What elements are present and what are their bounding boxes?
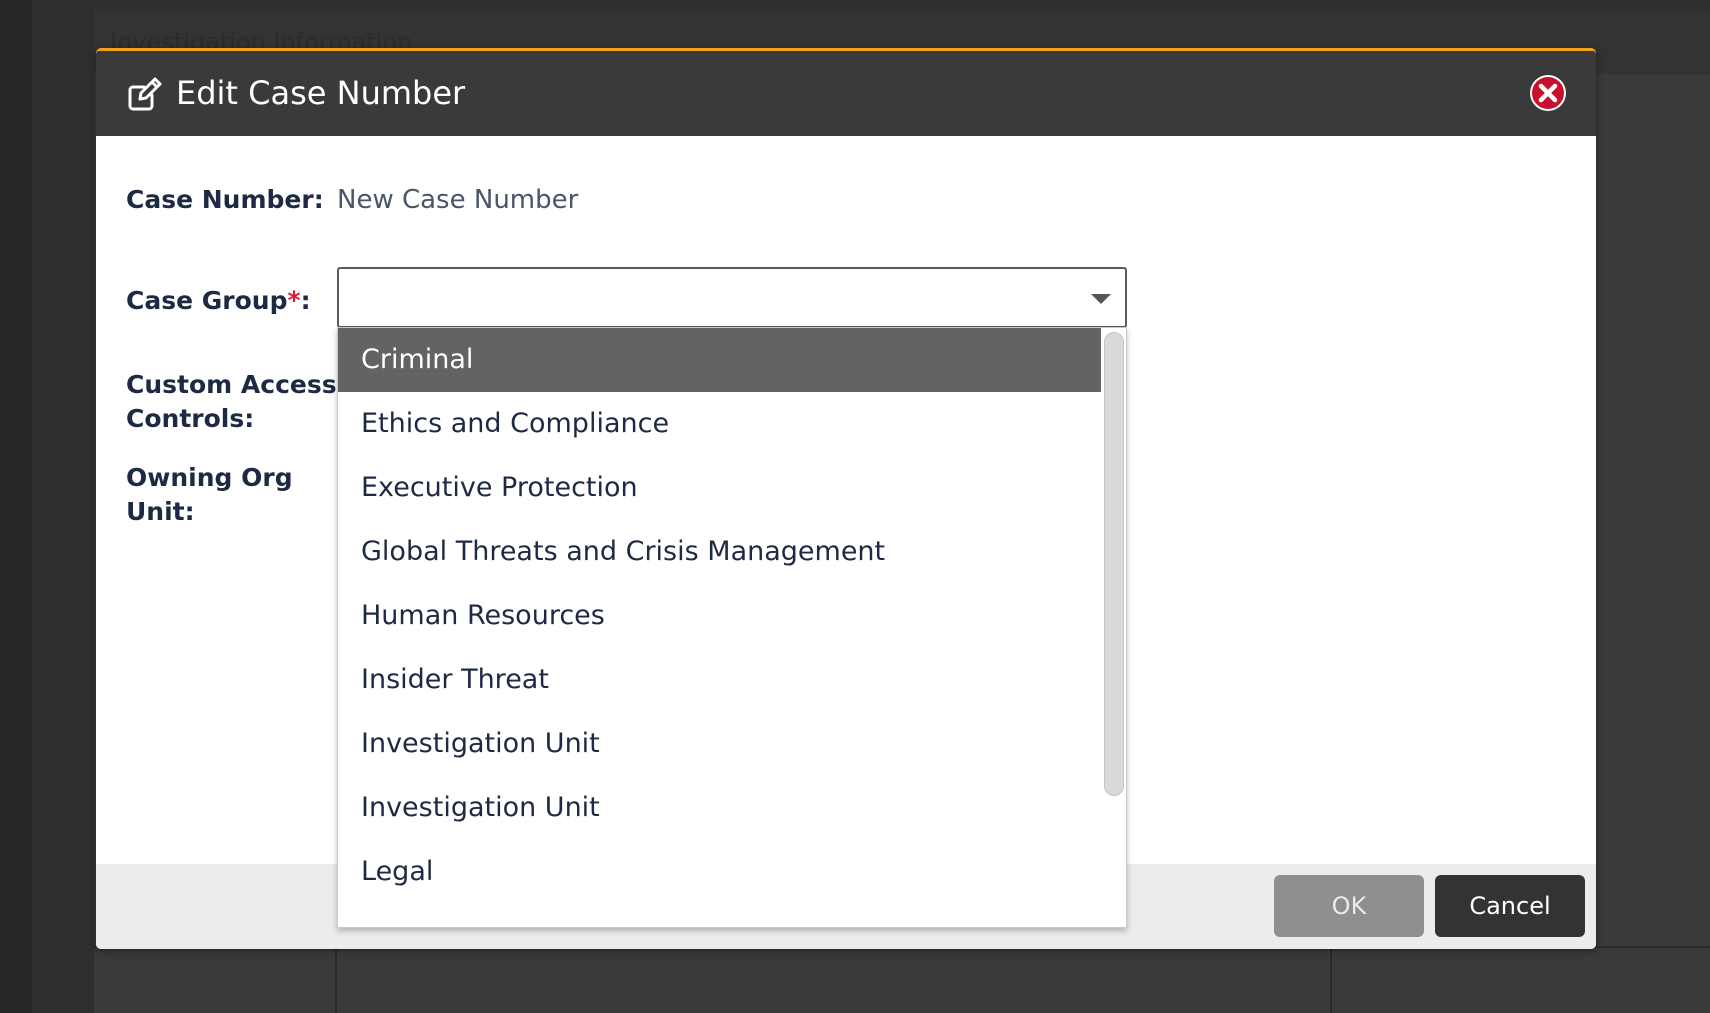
background-column-divider: [335, 946, 337, 1013]
dropdown-option-executive-protection[interactable]: Executive Protection: [338, 456, 1101, 520]
dropdown-option-legal[interactable]: Legal: [338, 840, 1101, 904]
owning-org-label-line1: Owning Org: [126, 463, 293, 492]
dropdown-option-global-threats[interactable]: Global Threats and Crisis Management: [338, 520, 1101, 584]
dropdown-scrollbar[interactable]: [1101, 328, 1126, 927]
owning-org-label-line2: Unit:: [126, 497, 195, 526]
dropdown-scrollbar-thumb[interactable]: [1104, 332, 1124, 796]
case-number-label: Case Number:: [126, 185, 324, 214]
dropdown-option-insider-threat[interactable]: Insider Threat: [338, 648, 1101, 712]
close-icon: [1532, 77, 1564, 109]
background-column-divider: [1330, 946, 1332, 1013]
custom-access-label-line1: Custom Access: [126, 370, 337, 399]
dialog-header: Edit Case Number: [96, 51, 1596, 136]
dialog-title: Edit Case Number: [176, 74, 466, 112]
chevron-down-icon: [1091, 294, 1111, 304]
owning-org-unit-label: Owning Org Unit:: [126, 461, 293, 529]
custom-access-controls-label: Custom Access Controls:: [126, 368, 337, 436]
dropdown-option-investigation-unit[interactable]: Investigation Unit: [338, 776, 1101, 840]
required-indicator: *: [287, 286, 301, 315]
dropdown-option-criminal[interactable]: Criminal: [338, 328, 1101, 392]
ok-button[interactable]: OK: [1274, 875, 1424, 937]
case-group-label-suffix: :: [300, 286, 311, 315]
cancel-button[interactable]: Cancel: [1435, 875, 1585, 937]
background-left-strip: [0, 0, 32, 1013]
close-button[interactable]: [1530, 75, 1566, 111]
case-group-label-text: Case Group: [126, 286, 288, 315]
case-group-select[interactable]: [337, 267, 1127, 328]
case-group-dropdown-list: Criminal Ethics and Compliance Executive…: [337, 327, 1127, 928]
dropdown-option-ethics-and-compliance[interactable]: Ethics and Compliance: [338, 392, 1101, 456]
dropdown-option-investigation-unit[interactable]: Investigation Unit: [338, 712, 1101, 776]
edit-icon: [126, 75, 164, 113]
case-number-value: New Case Number: [337, 185, 579, 215]
custom-access-label-line2: Controls:: [126, 404, 255, 433]
case-group-label: Case Group*:: [126, 284, 311, 318]
dropdown-option-human-resources[interactable]: Human Resources: [338, 584, 1101, 648]
